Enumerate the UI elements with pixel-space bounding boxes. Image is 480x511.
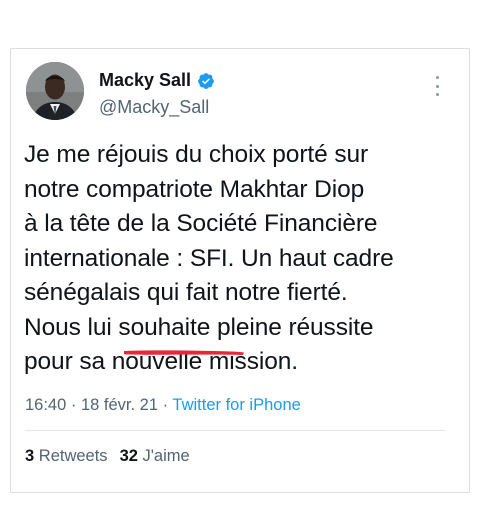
tweet-line: à la tête de la Société Financière xyxy=(24,210,378,237)
author-row: Macky Sall xyxy=(99,70,215,91)
tweet-source-link[interactable]: Twitter for iPhone xyxy=(172,396,300,414)
divider xyxy=(25,430,445,431)
avatar[interactable] xyxy=(26,62,84,120)
likes-label: J'aime xyxy=(142,447,190,465)
likes-count: 32 xyxy=(119,447,138,465)
red-underline-annotation xyxy=(124,350,244,355)
retweets-label: Retweets xyxy=(38,447,108,465)
tweet-meta: 16:40 · 18 févr. 21 · Twitter for iPhone xyxy=(25,396,301,415)
tweet-line: Nous lui souhaite pleine réussite xyxy=(24,313,374,341)
more-options-icon[interactable] xyxy=(431,76,443,96)
meta-separator: · xyxy=(158,396,173,414)
profile-avatar-image xyxy=(26,62,84,120)
tweet-line: notre compatriote Makhtar Diop xyxy=(24,175,365,203)
tweet-stats: 3 Retweets 32 J'aime xyxy=(25,447,190,466)
verified-badge-icon xyxy=(197,72,215,90)
tweet-text: Je me réjouis du choix porté sur notre c… xyxy=(24,138,464,380)
author-name[interactable]: Macky Sall xyxy=(99,70,191,91)
retweets-count: 3 xyxy=(25,447,35,465)
likes-stat[interactable]: 32 J'aime xyxy=(120,447,190,466)
retweets-stat[interactable]: 3 Retweets xyxy=(25,447,108,466)
tweet-line: internationale : SFI. Un haut cadre xyxy=(24,244,394,272)
tweet-line: sénégalais qui fait notre fierté. xyxy=(24,279,348,306)
tweet-date[interactable]: 18 févr. 21 xyxy=(81,396,158,414)
author-handle[interactable]: @Macky_Sall xyxy=(99,97,209,118)
meta-separator: · xyxy=(66,396,81,414)
tweet-time: 16:40 xyxy=(25,396,67,414)
tweet-line: Je me réjouis du choix porté sur xyxy=(24,141,369,168)
